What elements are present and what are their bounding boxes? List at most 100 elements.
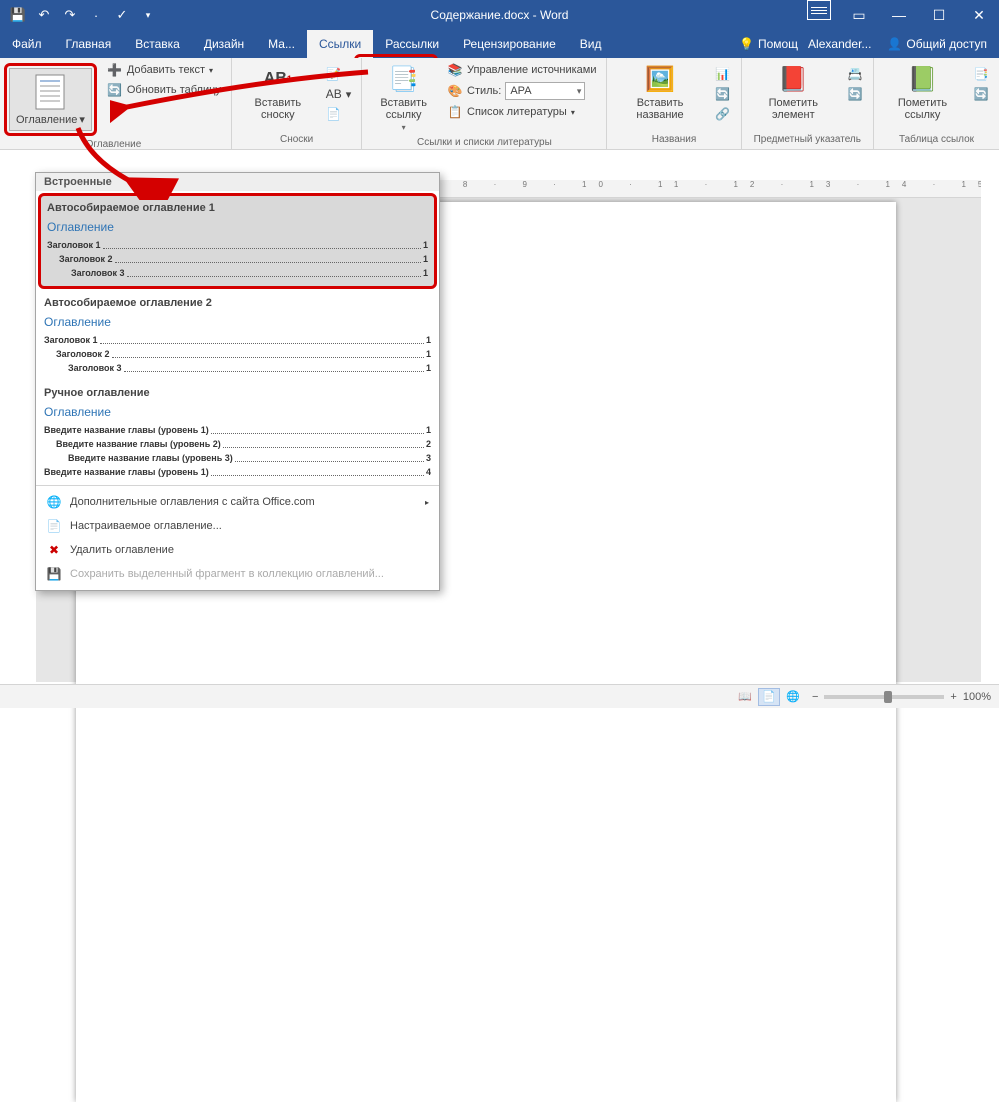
menu-remove-label: Удалить оглавление — [70, 544, 174, 556]
maximize-button[interactable]: ☐ — [919, 0, 959, 30]
manage-sources-label: Управление источниками — [467, 64, 596, 76]
tab-view[interactable]: Вид — [568, 30, 614, 58]
citation-icon: 📑 — [388, 63, 420, 95]
add-text-icon: ➕ — [107, 62, 123, 78]
update-table-figures-button[interactable]: 🔄 — [711, 85, 735, 103]
zoom-controls: − + 100% — [812, 691, 991, 703]
tell-me-label: Помощ — [758, 37, 798, 51]
save-selection-icon: 💾 — [46, 566, 62, 582]
show-notes-button[interactable]: 📄 — [322, 105, 356, 123]
citation-style-dropdown[interactable]: 🎨 Стиль: APA — [443, 81, 600, 101]
style-icon: 🎨 — [447, 83, 463, 99]
mark-citation-button[interactable]: 📗 Пометить ссылку — [880, 61, 965, 123]
style-value[interactable]: APA — [505, 82, 585, 100]
toc-preview-manual: Оглавление Введите название главы (урове… — [44, 405, 431, 479]
tab-design[interactable]: Дизайн — [192, 30, 256, 58]
insert-citation-button[interactable]: 📑 Вставить ссылку▾ — [368, 61, 439, 136]
save-button[interactable]: 💾 — [6, 3, 30, 27]
qat-sep: · — [84, 3, 108, 27]
share-icon: 👤 — [887, 37, 902, 51]
insert-toa-button[interactable]: 📑 — [969, 65, 993, 83]
tab-mailings[interactable]: Рассылки — [373, 30, 451, 58]
group-label-toc: Оглавление — [2, 138, 225, 152]
toc-icon — [34, 73, 66, 111]
qat-customize[interactable]: ▾ — [136, 3, 160, 27]
view-read-mode[interactable]: 📖 — [734, 688, 756, 706]
menu-custom-label: Настраиваемое оглавление... — [70, 520, 222, 532]
menu-more-office-label: Дополнительные оглавления с сайта Office… — [70, 496, 315, 508]
gallery-item-auto1[interactable]: Автособираемое оглавление 1 Оглавление З… — [38, 193, 437, 289]
footnote-icon: AB1 — [262, 63, 294, 95]
update-icon: 🔄 — [107, 82, 123, 98]
tell-me[interactable]: 💡 Помощ — [739, 37, 798, 51]
group-label-toa: Таблица ссылок — [880, 133, 993, 147]
zoom-in-button[interactable]: + — [950, 691, 956, 703]
next-footnote-button[interactable]: AB▾ — [322, 85, 356, 103]
tab-file[interactable]: Файл — [0, 30, 54, 58]
gallery-item-manual[interactable]: Ручное оглавление Оглавление Введите наз… — [36, 381, 439, 485]
gallery-item-auto2-title: Автособираемое оглавление 2 — [44, 297, 431, 309]
cross-reference-button[interactable]: 🔗 — [711, 105, 735, 123]
mark-entry-button[interactable]: 📕 Пометить элемент — [748, 61, 839, 123]
zoom-level[interactable]: 100% — [963, 691, 991, 703]
update-index-button[interactable]: 🔄 — [843, 85, 867, 103]
insert-caption-label: Вставить название — [617, 97, 702, 121]
gallery-menu: 🌐Дополнительные оглавления с сайта Offic… — [36, 486, 439, 590]
update-toa-button[interactable]: 🔄 — [969, 85, 993, 103]
insert-table-figures-button[interactable]: 📊 — [711, 65, 735, 83]
group-label-citations: Ссылки и списки литературы — [368, 136, 600, 150]
zoom-thumb[interactable] — [884, 691, 892, 703]
gallery-item-auto2[interactable]: Автособираемое оглавление 2 Оглавление З… — [36, 291, 439, 381]
insert-footnote-button[interactable]: AB1 Вставить сноску — [238, 61, 318, 123]
menu-custom-toc[interactable]: 📄Настраиваемое оглавление... — [36, 514, 439, 538]
zoom-slider[interactable] — [824, 695, 944, 699]
view-web-layout[interactable]: 🌐 — [782, 688, 804, 706]
caption-icon: 🖼️ — [644, 63, 676, 95]
menu-more-office[interactable]: 🌐Дополнительные оглавления с сайта Offic… — [36, 490, 439, 514]
minimize-button[interactable]: — — [879, 0, 919, 30]
group-citations: 📑 Вставить ссылку▾ 📚 Управление источника… — [362, 58, 607, 149]
ribbon-display-options[interactable] — [807, 0, 831, 20]
insert-index-button[interactable]: 📇 — [843, 65, 867, 83]
toc-heading: Оглавление — [47, 220, 428, 234]
tab-references[interactable]: Ссылки — [307, 30, 373, 58]
manage-sources-icon: 📚 — [447, 62, 463, 78]
tab-layout[interactable]: Ма... — [256, 30, 307, 58]
bibliography-button[interactable]: 📋Список литературы ▾ — [443, 103, 600, 121]
remove-icon: ✖ — [46, 542, 62, 558]
toc-button-label: Оглавление — [16, 114, 77, 126]
close-button[interactable]: ✕ — [959, 0, 999, 30]
redo-button[interactable]: ↷ — [58, 3, 82, 27]
undo-button[interactable]: ↶ — [32, 3, 56, 27]
manage-sources-button[interactable]: 📚 Управление источниками — [443, 61, 600, 79]
tab-insert[interactable]: Вставка — [123, 30, 192, 58]
menu-remove-toc[interactable]: ✖ Удалить оглавление — [36, 538, 439, 562]
gallery-item-auto1-title: Автособираемое оглавление 1 — [47, 202, 428, 214]
mark-entry-icon: 📕 — [777, 63, 809, 95]
group-toc: Оглавление▾ ➕Добавить текст ▾ 🔄Обновить … — [0, 58, 232, 149]
toc-dropdown-button[interactable]: Оглавление▾ — [9, 68, 92, 131]
tab-home[interactable]: Главная — [54, 30, 124, 58]
group-label-captions: Названия — [613, 133, 734, 147]
view-buttons: 📖 📄 🌐 — [734, 688, 804, 706]
style-label: Стиль: — [467, 85, 501, 97]
spelling-button[interactable]: ✓ — [110, 3, 134, 27]
title-bar: 💾 ↶ ↷ · ✓ ▾ Содержание.docx - Word ▭ — ☐… — [0, 0, 999, 30]
view-print-layout[interactable]: 📄 — [758, 688, 780, 706]
zoom-out-button[interactable]: − — [812, 691, 818, 703]
share-button[interactable]: 👤 Общий доступ — [881, 37, 993, 51]
document-title: Содержание.docx - Word — [431, 8, 569, 22]
toc-gallery-dropdown: Встроенные Автособираемое оглавление 1 О… — [35, 172, 440, 591]
insert-endnote-button[interactable]: 📝 — [322, 65, 356, 83]
toc-preview-auto1: Оглавление Заголовок 11 Заголовок 21 Заг… — [47, 220, 428, 280]
insert-footnote-label: Вставить сноску — [242, 97, 314, 121]
account-name[interactable]: Alexander... — [802, 37, 877, 51]
toc-preview-auto2: Оглавление Заголовок 11 Заголовок 21 Заг… — [44, 315, 431, 375]
gallery-header-builtin: Встроенные — [36, 173, 439, 191]
insert-caption-button[interactable]: 🖼️ Вставить название — [613, 61, 706, 123]
add-text-button[interactable]: ➕Добавить текст ▾ — [103, 61, 225, 79]
tab-review[interactable]: Рецензирование — [451, 30, 568, 58]
ribbon-options-icon[interactable]: ▭ — [839, 0, 879, 30]
quick-access-toolbar: 💾 ↶ ↷ · ✓ ▾ — [0, 3, 166, 27]
update-table-button[interactable]: 🔄Обновить таблицу — [103, 81, 225, 99]
